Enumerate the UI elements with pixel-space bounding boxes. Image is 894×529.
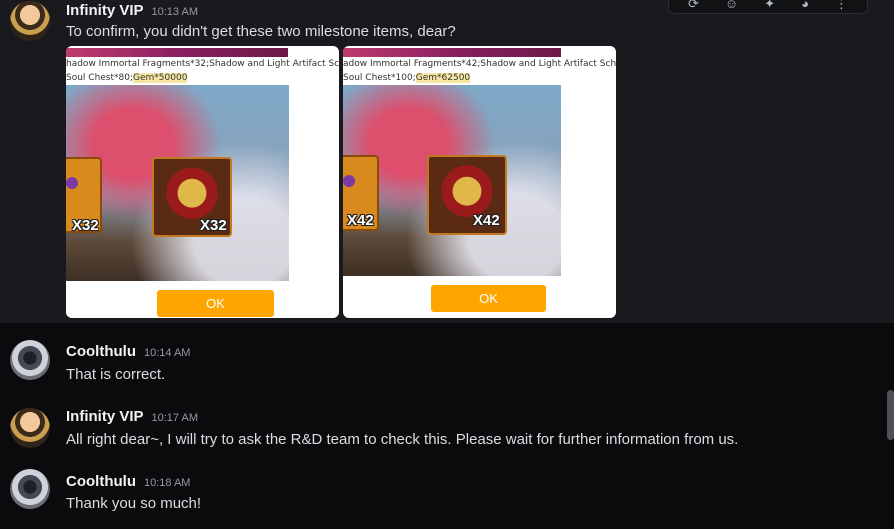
reward-text: Soul Chest*100;Gem*62500 — [343, 73, 471, 83]
gem-highlight: Gem*50000 — [133, 73, 188, 83]
image-attachment[interactable]: adow Immortal Fragments*42;Shadow and Li… — [343, 46, 616, 318]
reward-text: hadow Immortal Fragments*32;Shadow and L… — [66, 59, 339, 69]
timestamp: 10:13 AM — [151, 6, 198, 18]
ok-button: OK — [431, 285, 546, 312]
avatar[interactable] — [10, 1, 50, 41]
message-text: Thank you so much! — [66, 495, 202, 512]
timestamp: 10:14 AM — [143, 347, 191, 359]
image-banner — [343, 48, 561, 57]
ok-button: OK — [157, 290, 274, 317]
game-scene: X32 X32 — [66, 85, 289, 281]
refresh-icon[interactable]: ⟳ — [688, 0, 699, 10]
item-quantity: X32 — [72, 217, 99, 234]
game-scene: X42 X42 — [343, 85, 561, 276]
message-text: That is correct. — [66, 366, 166, 383]
more-icon[interactable]: ⋮ — [835, 0, 848, 10]
message-text: To confirm, you didn't get these two mil… — [66, 23, 456, 40]
author-name[interactable]: Coolthulu — [66, 343, 136, 360]
avatar[interactable] — [10, 469, 50, 509]
pin-icon[interactable]: ✦ — [764, 0, 775, 10]
item-quantity: X42 — [473, 212, 500, 229]
scrollbar-thumb[interactable] — [887, 390, 894, 440]
image-banner — [66, 48, 288, 57]
author-name[interactable]: Infinity VIP — [66, 2, 144, 19]
reward-text: adow Immortal Fragments*42;Shadow and Li… — [343, 59, 616, 69]
gem-highlight: Gem*62500 — [415, 73, 471, 83]
avatar[interactable] — [10, 340, 50, 380]
timestamp: 10:18 AM — [143, 477, 191, 489]
message-action-toolbar: ⟳ ☺ ✦ ◕ ⋮ — [668, 0, 868, 14]
reaction-icon[interactable]: ☺ — [725, 0, 738, 10]
avatar[interactable] — [10, 408, 50, 448]
message-text: All right dear~, I will try to ask the R… — [66, 431, 739, 448]
reply-icon[interactable]: ◕ — [801, 0, 809, 10]
author-name[interactable]: Infinity VIP — [66, 408, 144, 425]
timestamp: 10:17 AM — [151, 412, 198, 424]
reward-text: Soul Chest*80;Gem*50000 — [66, 73, 188, 83]
author-name[interactable]: Coolthulu — [66, 473, 136, 490]
item-quantity: X42 — [347, 212, 374, 229]
item-quantity: X32 — [200, 217, 227, 234]
image-attachment[interactable]: hadow Immortal Fragments*32;Shadow and L… — [66, 46, 339, 318]
